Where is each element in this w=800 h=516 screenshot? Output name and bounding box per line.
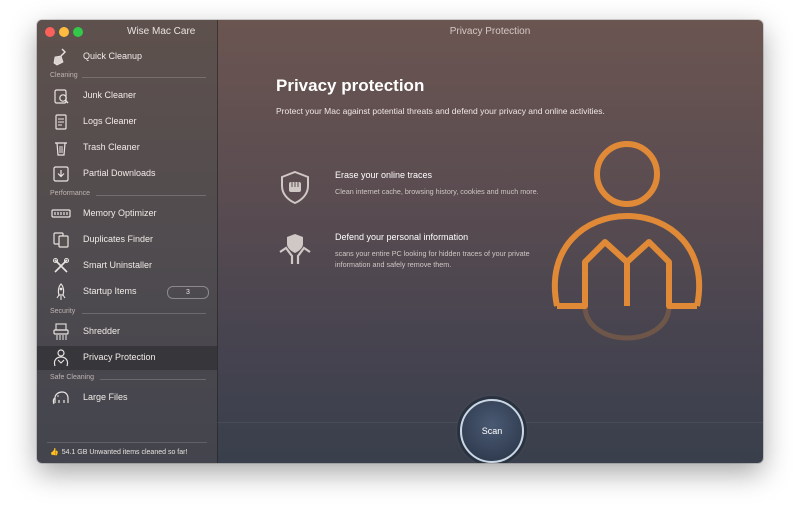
- elephant-icon: [51, 388, 71, 408]
- tools-icon: [51, 256, 71, 276]
- window-title: Privacy Protection: [449, 26, 531, 37]
- startup-count-badge: 3: [167, 286, 209, 299]
- feature-description: Clean internet cache, browsing history, …: [335, 187, 539, 196]
- duplicates-icon: [51, 230, 71, 250]
- app-window: Wise Mac Care Quick Cleanup Cleaning Jun…: [37, 20, 763, 463]
- section-header-security: Security: [50, 308, 206, 318]
- sidebar-item-quick-cleanup[interactable]: Quick Cleanup: [37, 45, 217, 69]
- page-title: Privacy protection: [276, 76, 425, 95]
- feature-title: Erase your online traces: [335, 170, 433, 180]
- sidebar-item-trash-cleaner[interactable]: Trash Cleaner: [37, 136, 217, 160]
- feature-title: Defend your personal information: [335, 232, 469, 242]
- minimize-window-button[interactable]: [59, 27, 69, 37]
- close-window-button[interactable]: [45, 27, 55, 37]
- sidebar-item-junk-cleaner[interactable]: Junk Cleaner: [37, 84, 217, 108]
- sidebar-item-privacy-protection[interactable]: Privacy Protection: [37, 346, 217, 370]
- divider: [82, 77, 206, 78]
- partial-downloads-icon: [51, 164, 71, 184]
- trash-icon: [51, 138, 71, 158]
- shield-hands-icon: [278, 232, 312, 266]
- junk-cleaner-icon: [51, 86, 71, 106]
- cleanup-summary: 👍 54.1 GB Unwanted items cleaned so far!: [50, 449, 188, 456]
- divider: [47, 442, 207, 443]
- rocket-icon: [51, 282, 71, 302]
- sidebar-item-logs-cleaner[interactable]: Logs Cleaner: [37, 110, 217, 134]
- scan-button[interactable]: Scan: [460, 399, 524, 463]
- section-header-performance: Performance: [50, 190, 206, 200]
- feature-description: scans your entire PC looking for hidden …: [335, 249, 530, 269]
- privacy-protection-logo-icon: [545, 138, 710, 368]
- zoom-window-button[interactable]: [73, 27, 83, 37]
- divider: [82, 313, 206, 314]
- scan-button-label: Scan: [481, 426, 503, 436]
- sidebar-item-shredder[interactable]: Shredder: [37, 320, 217, 344]
- sidebar-item-smart-uninstaller[interactable]: Smart Uninstaller: [37, 254, 217, 278]
- sidebar-item-partial-downloads[interactable]: Partial Downloads: [37, 162, 217, 186]
- sidebar-item-label: Shredder: [83, 326, 121, 336]
- divider: [100, 379, 206, 380]
- thumbs-up-icon: 👍: [50, 449, 59, 456]
- sidebar-item-label: Logs Cleaner: [83, 116, 137, 126]
- sidebar-item-large-files[interactable]: Large Files: [37, 386, 217, 410]
- logs-cleaner-icon: [51, 112, 71, 132]
- sidebar-item-label: Startup Items: [83, 286, 137, 296]
- privacy-person-icon: [51, 348, 71, 368]
- app-title: Wise Mac Care: [127, 26, 196, 37]
- sidebar-item-label: Partial Downloads: [83, 168, 156, 178]
- broom-icon: [51, 47, 71, 67]
- sidebar-item-label: Memory Optimizer: [83, 208, 157, 218]
- sidebar-item-label: Large Files: [83, 392, 128, 402]
- sidebar-item-label: Duplicates Finder: [83, 234, 154, 244]
- sidebar-item-label: Junk Cleaner: [83, 90, 137, 100]
- section-header-safe-cleaning: Safe Cleaning: [50, 374, 206, 384]
- sidebar-item-label: Privacy Protection: [83, 352, 156, 362]
- sidebar-item-startup-items[interactable]: Startup Items 3: [37, 280, 217, 304]
- memory-chip-icon: [51, 204, 71, 224]
- sidebar-item-label: Quick Cleanup: [83, 51, 143, 61]
- shield-fist-icon: [278, 170, 312, 205]
- sidebar: Wise Mac Care Quick Cleanup Cleaning Jun…: [37, 20, 218, 463]
- divider: [96, 195, 206, 196]
- section-header-cleaning: Cleaning: [50, 72, 206, 82]
- sidebar-item-memory-optimizer[interactable]: Memory Optimizer: [37, 202, 217, 226]
- shredder-icon: [51, 322, 71, 342]
- page-subtitle: Protect your Mac against potential threa…: [276, 106, 605, 116]
- sidebar-item-label: Smart Uninstaller: [83, 260, 153, 270]
- sidebar-item-duplicates-finder[interactable]: Duplicates Finder: [37, 228, 217, 252]
- sidebar-item-label: Trash Cleaner: [83, 142, 140, 152]
- titlebar: Wise Mac Care: [37, 20, 217, 44]
